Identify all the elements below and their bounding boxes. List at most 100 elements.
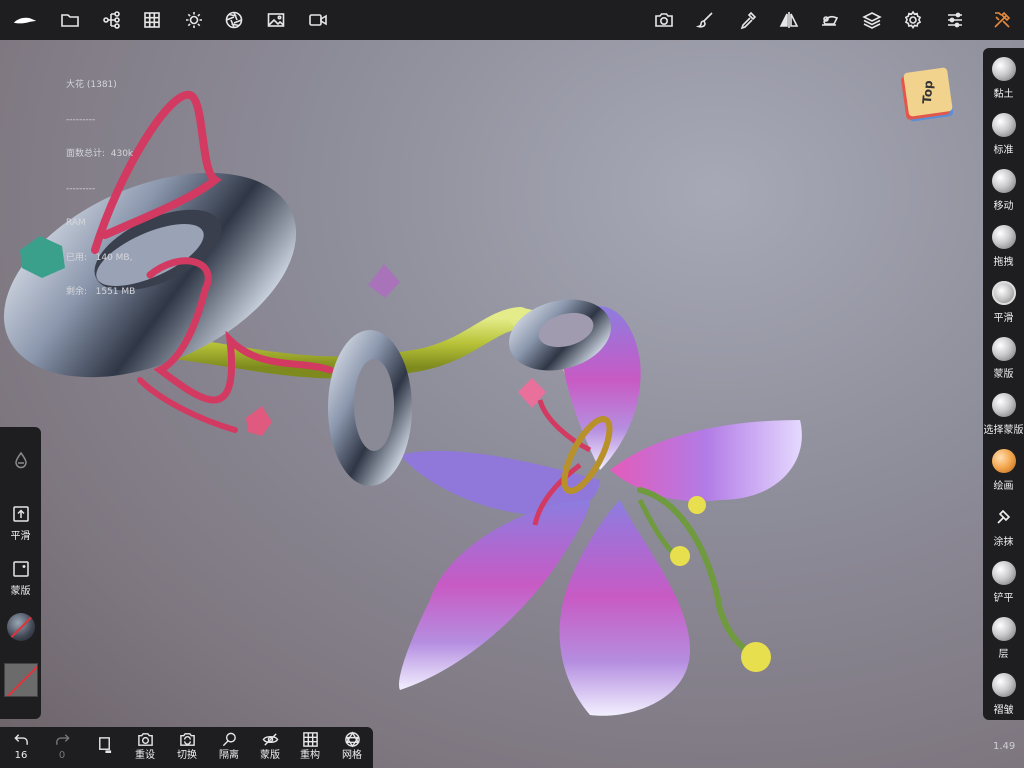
gear-icon[interactable] [901, 8, 925, 32]
tool-crease[interactable]: 褶皱 [983, 664, 1024, 720]
tool-select-mask[interactable]: 选择蒙版 [983, 384, 1024, 440]
tool-label: 层 [998, 649, 1009, 660]
undo-icon [13, 734, 28, 745]
tool-label: 标准 [993, 145, 1014, 156]
video-icon[interactable] [306, 8, 330, 32]
mesh-label: 网格 [342, 750, 362, 761]
tool-label: 褶皱 [993, 705, 1014, 716]
brush-icon[interactable] [694, 8, 718, 32]
flatten-brush-icon [991, 561, 1016, 585]
remesh-button[interactable]: 重构 [292, 731, 328, 762]
remesh-grid-icon [302, 732, 318, 747]
mask-visibility-label: 蒙版 [260, 750, 280, 761]
paint-brush-icon [991, 449, 1016, 473]
history-stack-icon [98, 737, 111, 753]
move-brush-icon [991, 169, 1016, 193]
history-button[interactable] [86, 736, 122, 753]
redo-icon [55, 734, 70, 745]
switch-view-button[interactable]: 切换 [169, 731, 205, 762]
brush-settings-panel: 平滑 蒙版 [0, 427, 41, 719]
grid-icon[interactable] [140, 8, 164, 32]
eye-off-icon [262, 733, 278, 746]
smudge-icon [992, 505, 1016, 529]
tool-flatten[interactable]: 铲平 [983, 552, 1024, 608]
tool-label: 拖拽 [993, 257, 1014, 268]
tool-label: 平滑 [993, 313, 1014, 324]
eraser-icon[interactable] [818, 8, 842, 32]
tool-drag[interactable]: 拖拽 [983, 216, 1024, 272]
tool-smooth[interactable]: 平滑 [983, 272, 1024, 328]
tool-label: 黏土 [993, 89, 1014, 100]
reset-view-button[interactable]: 重设 [127, 731, 163, 762]
wireframe-sphere-icon [344, 731, 360, 748]
sliders-icon[interactable] [943, 8, 967, 32]
color-swatch [3, 663, 38, 697]
scene-tree-icon[interactable] [100, 8, 124, 32]
layer-brush-icon [991, 617, 1016, 641]
select-mask-icon [991, 393, 1016, 417]
image-icon[interactable] [264, 8, 288, 32]
drag-brush-icon [991, 225, 1016, 249]
stats-separator: --------- [66, 114, 96, 125]
tool-label: 涂抹 [993, 537, 1014, 548]
scene-render[interactable] [0, 40, 1024, 768]
magnifier-icon [222, 732, 236, 747]
tool-standard[interactable]: 标准 [983, 104, 1024, 160]
ram-free: 剩余: 1551 MB [66, 287, 136, 297]
remesh-label: 重构 [300, 750, 320, 761]
tool-panel: 黏土 标准 移动 拖拽 平滑 蒙版 选择蒙版 绘画 涂抹 铲平 层 褶皱 [983, 48, 1024, 720]
mask-label: 蒙版 [10, 586, 31, 597]
isolate-label: 隔离 [219, 750, 239, 761]
camera-icon[interactable] [652, 8, 676, 32]
bottom-toolbar: 16 0 重设 切换 隔离 蒙版 重构 网格 [0, 727, 373, 768]
sun-icon[interactable] [182, 8, 206, 32]
quick-smooth-toggle[interactable]: 平滑 [0, 505, 41, 542]
symmetry-icon[interactable] [777, 8, 801, 32]
tool-move[interactable]: 移动 [983, 160, 1024, 216]
object-name: 大花 (1381) [66, 80, 117, 90]
view-cube[interactable]: Top [903, 67, 953, 117]
tool-mask[interactable]: 蒙版 [983, 328, 1024, 384]
tool-label: 选择蒙版 [983, 425, 1024, 436]
isolate-button[interactable]: 隔离 [211, 731, 247, 762]
tool-layer[interactable]: 层 [983, 608, 1024, 664]
mask-brush-icon [991, 337, 1016, 361]
camera-reset-icon [137, 733, 153, 746]
nomad-logo-icon[interactable] [10, 8, 40, 32]
clay-brush-icon [991, 57, 1016, 81]
crease-brush-icon [991, 673, 1016, 697]
tool-label: 绘画 [993, 481, 1014, 492]
version-label: 1.49 [993, 741, 1016, 752]
undo-count: 16 [14, 750, 28, 761]
view-cube-face: Top [920, 79, 936, 105]
color-picker[interactable] [0, 663, 41, 697]
layers-icon[interactable] [860, 8, 884, 32]
standard-brush-icon [991, 113, 1016, 137]
droplet-icon [14, 451, 27, 469]
switch-camera-icon [179, 733, 195, 746]
tool-label: 移动 [993, 201, 1014, 212]
mesh-button[interactable]: 网格 [334, 731, 370, 762]
ram-used: 已用: 140 MB, [66, 252, 133, 263]
tool-smudge[interactable]: 涂抹 [983, 496, 1024, 552]
stats-separator: --------- [66, 183, 96, 194]
quick-mask-toggle[interactable]: 蒙版 [0, 560, 41, 597]
redo-button[interactable]: 0 [44, 731, 80, 762]
material-preview[interactable] [0, 613, 41, 641]
folder-icon[interactable] [58, 8, 82, 32]
redo-count: 0 [58, 750, 66, 761]
ram-label: RAM [66, 218, 86, 228]
switch-label: 切换 [177, 750, 197, 761]
undo-button[interactable]: 16 [3, 731, 39, 762]
smooth-label: 平滑 [10, 531, 31, 542]
sculpt-viewport[interactable]: 大花 (1381) --------- 面数总计: 430k ---------… [0, 40, 1024, 768]
reset-label: 重设 [135, 750, 155, 761]
brush-intensity-slider[interactable] [0, 451, 41, 469]
tool-clay[interactable]: 黏土 [983, 48, 1024, 104]
aperture-icon[interactable] [222, 8, 246, 32]
mask-visibility-button[interactable]: 蒙版 [252, 731, 288, 762]
tool-paint[interactable]: 绘画 [983, 440, 1024, 496]
dropper-icon[interactable] [736, 8, 760, 32]
tools-icon[interactable] [990, 8, 1014, 32]
tool-label: 蒙版 [993, 369, 1014, 380]
